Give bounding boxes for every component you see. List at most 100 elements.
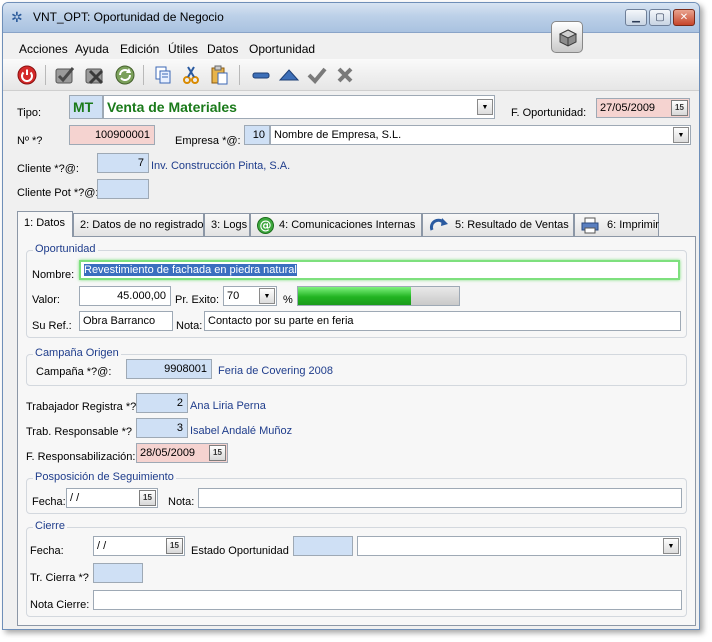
campana-code-field[interactable]: 9908001 [126,359,212,379]
tab-resultado-ventas[interactable]: 5: Resultado de Ventas [422,213,574,236]
menu-oportunidad[interactable]: Oportunidad [249,42,315,56]
cancel-all-icon [85,68,104,85]
nombre-input[interactable]: Revestimiento de fachada en piedra natur… [79,260,680,280]
tab-panel-datos: Oportunidad Nombre: Revestimiento de fac… [17,236,696,626]
group-cierre-title: Cierre [33,520,67,532]
toolbar-separator [45,65,46,85]
power-button[interactable] [15,63,39,87]
calendar-icon[interactable]: 15 [209,445,226,461]
f-responsabilizacion-label: F. Responsabilización: [26,451,136,463]
refresh-button[interactable] [113,63,137,87]
toolbar-separator [239,65,240,85]
menu-utiles[interactable]: Útiles [168,42,198,56]
printer-icon [581,217,599,234]
fecha-oportunidad-label: F. Oportunidad: [511,107,587,119]
cierre-fecha-field[interactable]: / / 15 [93,536,185,556]
at-icon: @ [257,217,274,234]
nombre-value: Revestimiento de fachada en piedra natur… [84,264,297,276]
campana-label: Campaña *?@: [36,366,112,378]
cliente-code-field[interactable]: 7 [97,153,149,173]
up-triangle-icon [278,69,300,81]
tab-logs[interactable]: 3: Logs [204,213,250,236]
cut-button[interactable] [179,63,203,87]
menu-acciones[interactable]: Acciones [19,42,68,56]
empresa-code-field[interactable]: 10 [244,125,270,145]
seguimiento-nota-input[interactable] [198,488,682,508]
chevron-down-icon[interactable]: ▼ [663,538,679,554]
check-all-icon [55,67,75,84]
refresh-icon [115,65,135,85]
menu-ayuda[interactable]: Ayuda [75,42,109,56]
tab-comunicaciones-internas[interactable]: @ 4: Comunicaciones Internas [250,213,422,236]
suref-input[interactable]: Obra Barranco [79,311,173,331]
trabajador-registra-code[interactable]: 2 [136,393,188,413]
tab-datos-no-registrado[interactable]: 2: Datos de no registrado [73,213,204,236]
remove-record-button[interactable] [249,63,273,87]
tab-datos[interactable]: 1: Datos [17,211,73,237]
f-responsabilizacion-field[interactable]: 28/05/2009 15 [136,443,228,463]
exito-select[interactable]: 70 ▼ [223,286,277,306]
group-oportunidad-title: Oportunidad [33,243,98,255]
chevron-down-icon[interactable]: ▼ [673,127,689,143]
cliente-pot-code-field[interactable] [97,179,149,199]
tab-comunicaciones-label: 4: Comunicaciones Internas [279,219,416,231]
seguimiento-fecha-label: Fecha: [32,496,66,508]
cancel-all-button[interactable] [83,63,107,87]
menu-edicion[interactable]: Edición [120,42,159,56]
suref-label: Su Ref.: [32,320,72,332]
toolbar [3,59,699,91]
calendar-icon[interactable]: 15 [139,490,156,506]
f-responsabilizacion-value: 28/05/2009 [140,447,196,459]
progress-fill [298,287,411,305]
copy-button[interactable] [151,63,175,87]
exito-label: Pr. Exito: [175,294,220,306]
estado-code-field[interactable] [293,536,353,556]
nombre-label: Nombre: [32,269,75,281]
chevron-down-icon[interactable]: ▼ [259,288,275,304]
confirm-button[interactable] [305,63,329,87]
minimize-button[interactable]: ▁ [625,9,647,26]
title-bar[interactable]: ✲ VNT_OPT: Oportunidad de Negocio ▁ ▢ ✕ [3,3,699,33]
paste-icon [211,65,228,85]
menu-bar: Acciones Ayuda Edición Útiles Datos Opor… [3,33,699,57]
calendar-icon[interactable]: 15 [671,100,688,116]
window-title: VNT_OPT: Oportunidad de Negocio [33,10,224,24]
tr-cierra-label: Tr. Cierra *? [30,572,89,584]
accept-all-button[interactable] [53,63,77,87]
previous-button[interactable] [277,63,301,87]
svg-text:@: @ [260,219,272,233]
paste-button[interactable] [207,63,231,87]
numero-label: Nº *? [17,135,43,147]
menu-datos[interactable]: Datos [207,42,238,56]
tipo-code-field[interactable]: MT [69,95,103,119]
tipo-select[interactable]: Venta de Materiales ▼ [103,95,495,119]
empresa-select[interactable]: Nombre de Empresa, S.L. ▼ [270,125,691,145]
close-button[interactable]: ✕ [673,9,695,26]
tr-cierra-code[interactable] [93,563,143,583]
nota-input[interactable]: Contacto por su parte en feria [204,311,681,331]
copy-icon [155,66,171,84]
chevron-down-icon[interactable]: ▼ [477,99,493,115]
exito-progress-bar [297,286,460,306]
trab-responsable-name: Isabel Andalé Muñoz [190,425,293,437]
trab-responsable-code[interactable]: 3 [136,418,188,438]
nota-cierre-input[interactable] [93,590,682,610]
maximize-button[interactable]: ▢ [649,9,671,26]
valor-input[interactable]: 45.000,00 [79,286,171,306]
numero-field[interactable]: 100900001 [69,125,155,145]
calendar-icon[interactable]: 15 [166,538,183,554]
nota-label: Nota: [176,320,203,332]
assistant-button[interactable] [551,21,583,53]
nota-cierre-label: Nota Cierre: [30,599,90,611]
tab-imprimir[interactable]: 6: Imprimir [574,213,659,236]
power-icon [17,65,37,85]
check-icon [307,67,327,84]
estado-select[interactable]: ▼ [357,536,681,556]
tipo-label: Tipo: [17,107,42,119]
fecha-oportunidad-field[interactable]: 27/05/2009 15 [596,98,690,118]
percent-label: % [283,294,293,306]
seguimiento-fecha-field[interactable]: / / 15 [66,488,158,508]
delete-button[interactable] [333,63,357,87]
exito-value: 70 [227,290,240,302]
estado-oportunidad-label: Estado Oportunidad [191,545,289,557]
